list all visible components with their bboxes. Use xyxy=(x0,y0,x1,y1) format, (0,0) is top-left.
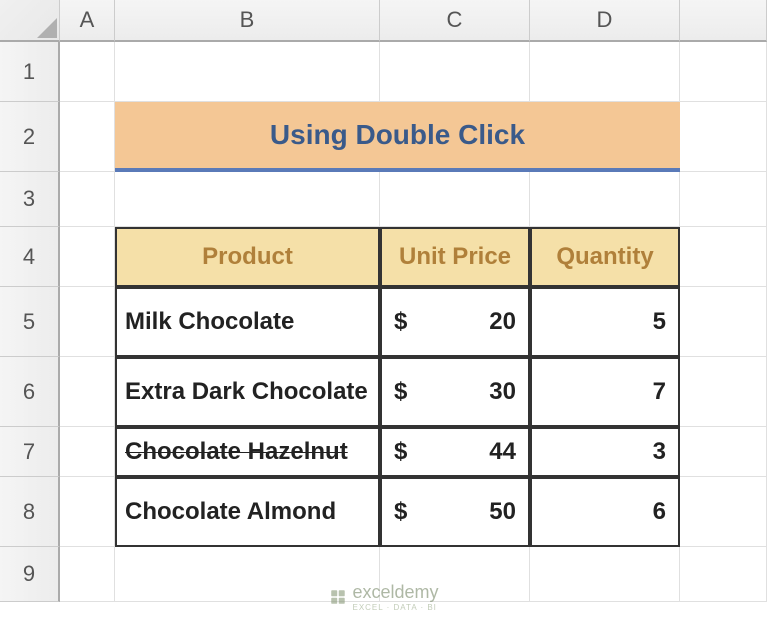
cell-product-1[interactable]: Milk Chocolate xyxy=(115,287,380,357)
currency-symbol: $ xyxy=(394,438,407,466)
cell-a5[interactable] xyxy=(60,287,115,357)
cell-e7[interactable] xyxy=(680,427,767,477)
currency-symbol: $ xyxy=(394,498,407,526)
price-value: 20 xyxy=(489,308,516,336)
cell-e3[interactable] xyxy=(680,172,767,227)
cell-a6[interactable] xyxy=(60,357,115,427)
currency-symbol: $ xyxy=(394,308,407,336)
cell-a9[interactable] xyxy=(60,547,115,602)
cell-b3[interactable] xyxy=(115,172,380,227)
cell-c1[interactable] xyxy=(380,42,530,102)
table-header-product[interactable]: Product xyxy=(115,227,380,287)
row-header-4[interactable]: 4 xyxy=(0,227,60,287)
col-header-d[interactable]: D xyxy=(530,0,680,42)
row-header-9[interactable]: 9 xyxy=(0,547,60,602)
product-wrapped-text: Chocolate Hazelnut xyxy=(125,438,348,467)
row-header-2[interactable]: 2 xyxy=(0,102,60,172)
cell-a2[interactable] xyxy=(60,102,115,172)
watermark: exceldemy EXCEL · DATA · BI xyxy=(328,582,438,612)
cell-e1[interactable] xyxy=(680,42,767,102)
cell-e9[interactable] xyxy=(680,547,767,602)
cell-a4[interactable] xyxy=(60,227,115,287)
cell-c3[interactable] xyxy=(380,172,530,227)
watermark-name: exceldemy xyxy=(352,582,438,602)
row-header-1[interactable]: 1 xyxy=(0,42,60,102)
col-header-c[interactable]: C xyxy=(380,0,530,42)
cell-e4[interactable] xyxy=(680,227,767,287)
cell-a7[interactable] xyxy=(60,427,115,477)
price-value: 50 xyxy=(489,498,516,526)
cell-e5[interactable] xyxy=(680,287,767,357)
watermark-icon xyxy=(328,588,346,606)
col-header-blank[interactable] xyxy=(680,0,767,42)
cell-d3[interactable] xyxy=(530,172,680,227)
cell-product-4[interactable]: Chocolate Almond xyxy=(115,477,380,547)
currency-symbol: $ xyxy=(394,378,407,406)
spreadsheet-grid: A B C D 1 2 Using Double Click 3 4 Produ… xyxy=(0,0,767,602)
cell-price-3[interactable]: $ 44 xyxy=(380,427,530,477)
table-header-quantity[interactable]: Quantity xyxy=(530,227,680,287)
cell-b1[interactable] xyxy=(115,42,380,102)
cell-a3[interactable] xyxy=(60,172,115,227)
cell-price-4[interactable]: $ 50 xyxy=(380,477,530,547)
cell-qty-3[interactable]: 3 xyxy=(530,427,680,477)
price-value: 44 xyxy=(489,438,516,466)
cell-d1[interactable] xyxy=(530,42,680,102)
cell-qty-4[interactable]: 6 xyxy=(530,477,680,547)
table-header-unitprice[interactable]: Unit Price xyxy=(380,227,530,287)
cell-a8[interactable] xyxy=(60,477,115,547)
watermark-tagline: EXCEL · DATA · BI xyxy=(352,603,438,612)
cell-price-2[interactable]: $ 30 xyxy=(380,357,530,427)
cell-qty-2[interactable]: 7 xyxy=(530,357,680,427)
cell-e8[interactable] xyxy=(680,477,767,547)
row-header-8[interactable]: 8 xyxy=(0,477,60,547)
col-header-b[interactable]: B xyxy=(115,0,380,42)
cell-price-1[interactable]: $ 20 xyxy=(380,287,530,357)
cell-product-3[interactable]: Chocolate Hazelnut xyxy=(115,427,380,477)
cell-qty-1[interactable]: 5 xyxy=(530,287,680,357)
cell-e6[interactable] xyxy=(680,357,767,427)
row-header-5[interactable]: 5 xyxy=(0,287,60,357)
row-header-3[interactable]: 3 xyxy=(0,172,60,227)
cell-e2[interactable] xyxy=(680,102,767,172)
row-header-6[interactable]: 6 xyxy=(0,357,60,427)
row-header-7[interactable]: 7 xyxy=(0,427,60,477)
cell-d9[interactable] xyxy=(530,547,680,602)
title-cell[interactable]: Using Double Click xyxy=(115,102,680,172)
price-value: 30 xyxy=(489,378,516,406)
cell-product-2[interactable]: Extra Dark Chocolate xyxy=(115,357,380,427)
cell-a1[interactable] xyxy=(60,42,115,102)
select-all-corner[interactable] xyxy=(0,0,60,42)
col-header-a[interactable]: A xyxy=(60,0,115,42)
